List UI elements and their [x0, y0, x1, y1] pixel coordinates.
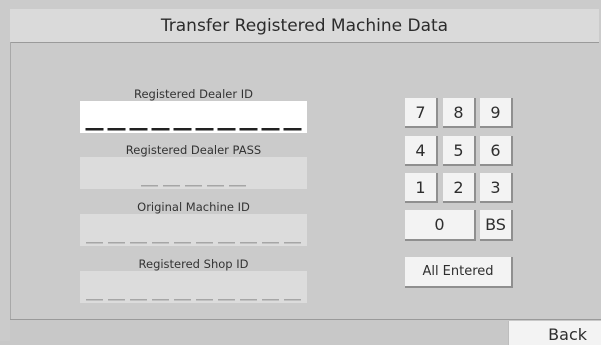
slot-dash	[86, 242, 103, 244]
back-button[interactable]: Back	[508, 321, 601, 345]
page-title: Transfer Registered Machine Data	[160, 15, 449, 36]
key-6[interactable]: 6	[480, 136, 513, 166]
dealer-id-field[interactable]	[80, 101, 307, 133]
all-entered-button[interactable]: All Entered	[405, 257, 513, 288]
backspace-button[interactable]: BS	[480, 210, 513, 241]
slot-dash	[195, 128, 214, 131]
key-0[interactable]: 0	[405, 210, 476, 241]
key-1[interactable]: 1	[405, 173, 438, 203]
slot-dash	[283, 128, 302, 131]
slot-dash	[240, 242, 257, 244]
slot-dash	[174, 299, 191, 301]
slot-dash	[185, 185, 202, 187]
shop-id-field[interactable]	[80, 271, 307, 303]
transfer-screen: Transfer Registered Machine Data Registe…	[0, 0, 601, 345]
slot-dash	[129, 128, 148, 131]
slot-dash	[107, 128, 126, 131]
slot-dash	[108, 299, 125, 301]
slot-dash	[229, 185, 246, 187]
dealer-pass-label: Registered Dealer PASS	[125, 143, 262, 157]
slot-dash	[217, 128, 236, 131]
slot-dash	[262, 242, 279, 244]
slot-dash	[284, 242, 301, 244]
machine-id-field[interactable]	[80, 214, 307, 246]
panel-edge	[10, 42, 11, 320]
key-7[interactable]: 7	[405, 98, 438, 128]
machine-id-slots	[86, 242, 301, 244]
shop-id-label: Registered Shop ID	[138, 257, 249, 271]
title-bar: Transfer Registered Machine Data	[10, 9, 599, 43]
slot-dash	[240, 299, 257, 301]
key-5[interactable]: 5	[443, 136, 476, 166]
key-4[interactable]: 4	[405, 136, 438, 166]
key-9[interactable]: 9	[480, 98, 513, 128]
slot-dash	[262, 299, 279, 301]
slot-dash	[218, 242, 235, 244]
slot-dash	[86, 299, 103, 301]
slot-dash	[207, 185, 224, 187]
slot-dash	[130, 242, 147, 244]
back-button-label: Back	[548, 325, 587, 344]
slot-dash	[173, 128, 192, 131]
slot-dash	[152, 242, 169, 244]
slot-dash	[284, 299, 301, 301]
slot-dash	[130, 299, 147, 301]
slot-dash	[239, 128, 258, 131]
slot-dash	[151, 128, 170, 131]
dealer-pass-slots	[141, 185, 246, 187]
key-8[interactable]: 8	[443, 98, 476, 128]
key-2[interactable]: 2	[443, 173, 476, 203]
slot-dash	[163, 185, 180, 187]
machine-id-label: Original Machine ID	[137, 200, 250, 214]
slot-dash	[218, 299, 235, 301]
slot-dash	[108, 242, 125, 244]
dealer-id-slots	[85, 128, 302, 131]
slot-dash	[196, 299, 213, 301]
slot-dash	[196, 242, 213, 244]
slot-dash	[152, 299, 169, 301]
dealer-pass-field[interactable]	[80, 157, 307, 189]
dealer-id-label: Registered Dealer ID	[133, 87, 253, 101]
shop-id-slots	[86, 299, 301, 301]
slot-dash	[174, 242, 191, 244]
slot-dash	[261, 128, 280, 131]
key-3[interactable]: 3	[480, 173, 513, 203]
slot-dash	[85, 128, 104, 131]
slot-dash	[141, 185, 158, 187]
